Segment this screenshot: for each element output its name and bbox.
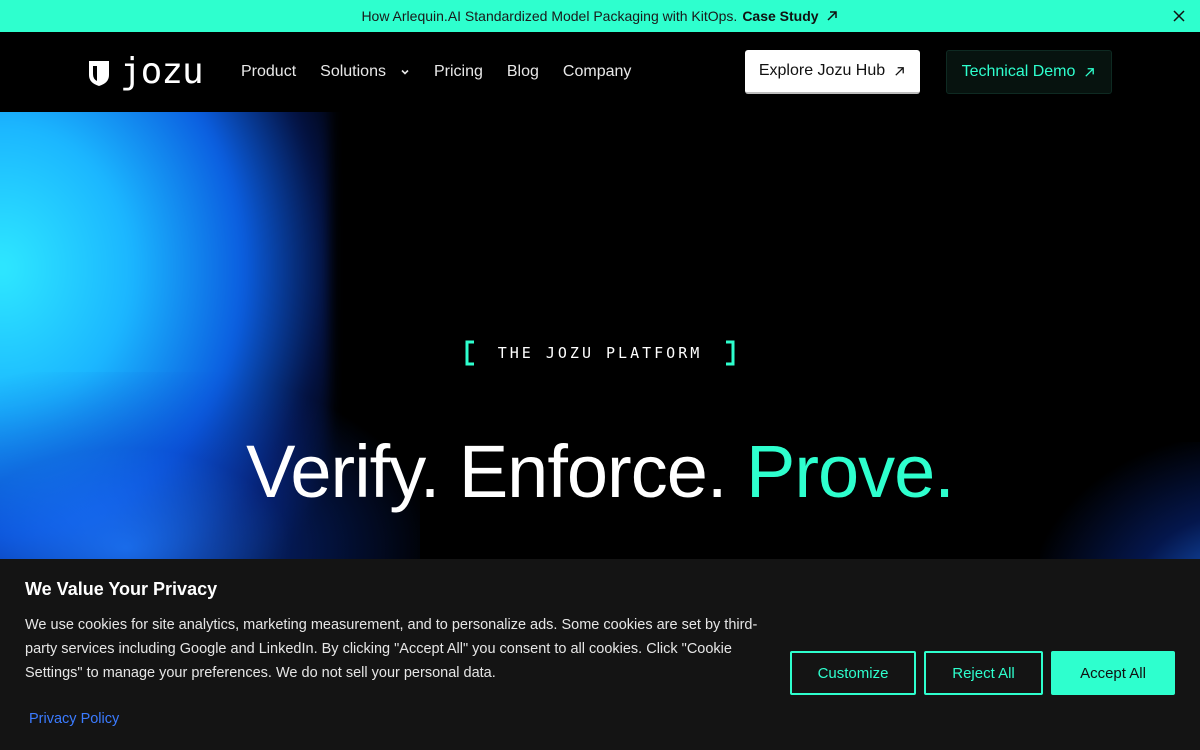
logo-wordmark: jozu xyxy=(120,51,204,92)
nav-blog[interactable]: Blog xyxy=(507,63,539,81)
nav-product[interactable]: Product xyxy=(241,63,296,81)
reject-all-button[interactable]: Reject All xyxy=(924,651,1043,695)
explore-hub-button[interactable]: Explore Jozu Hub xyxy=(745,50,920,94)
cookie-title: We Value Your Privacy xyxy=(25,579,218,599)
explore-hub-label: Explore Jozu Hub xyxy=(758,62,886,79)
close-icon[interactable] xyxy=(1172,9,1186,23)
hero-section: THE JOZU PLATFORM Verify. Enforce. Prove… xyxy=(0,112,1200,560)
cookie-banner: We Value Your Privacy We use cookies for… xyxy=(0,559,1200,750)
headline-white: Verify. Enforce. xyxy=(246,430,727,513)
chevron-down-icon xyxy=(401,69,409,75)
bracket-left-icon xyxy=(465,340,474,366)
announcement-text: How Arlequin.AI Standardized Model Packa… xyxy=(361,8,738,24)
arrow-up-right-icon xyxy=(1085,67,1095,77)
nav-pricing[interactable]: Pricing xyxy=(434,63,483,81)
case-study-link[interactable]: Case Study xyxy=(742,8,838,24)
hero-eyebrow: THE JOZU PLATFORM xyxy=(0,340,1200,366)
headline-accent: Prove. xyxy=(745,430,955,513)
logo[interactable]: jozu xyxy=(88,51,204,92)
hero-eyebrow-text: THE JOZU PLATFORM xyxy=(497,344,703,362)
shield-logo-icon xyxy=(89,61,109,86)
privacy-policy-link[interactable]: Privacy Policy xyxy=(29,711,119,727)
cookie-body: We use cookies for site analytics, marke… xyxy=(25,617,758,681)
accept-all-button[interactable]: Accept All xyxy=(1051,651,1175,695)
technical-demo-button[interactable]: Technical Demo xyxy=(946,50,1112,94)
case-study-label: Case Study xyxy=(742,8,819,24)
nav-solutions-label: Solutions xyxy=(320,63,386,80)
hero-headline: Verify. Enforce. Prove. xyxy=(0,430,1200,514)
nav-company[interactable]: Company xyxy=(563,63,631,81)
nav-solutions[interactable]: Solutions xyxy=(320,63,410,81)
customize-button[interactable]: Customize xyxy=(790,651,916,695)
arrow-up-right-icon xyxy=(827,11,837,21)
nav-links: Product Solutions Pricing Blog Company xyxy=(241,32,655,112)
arrow-up-right-icon xyxy=(895,66,905,76)
announcement-bar: How Arlequin.AI Standardized Model Packa… xyxy=(0,0,1200,32)
bracket-right-icon xyxy=(726,340,735,366)
technical-demo-label: Technical Demo xyxy=(961,63,1076,80)
main-nav: jozu Product Solutions Pricing Blog Comp… xyxy=(0,32,1200,112)
